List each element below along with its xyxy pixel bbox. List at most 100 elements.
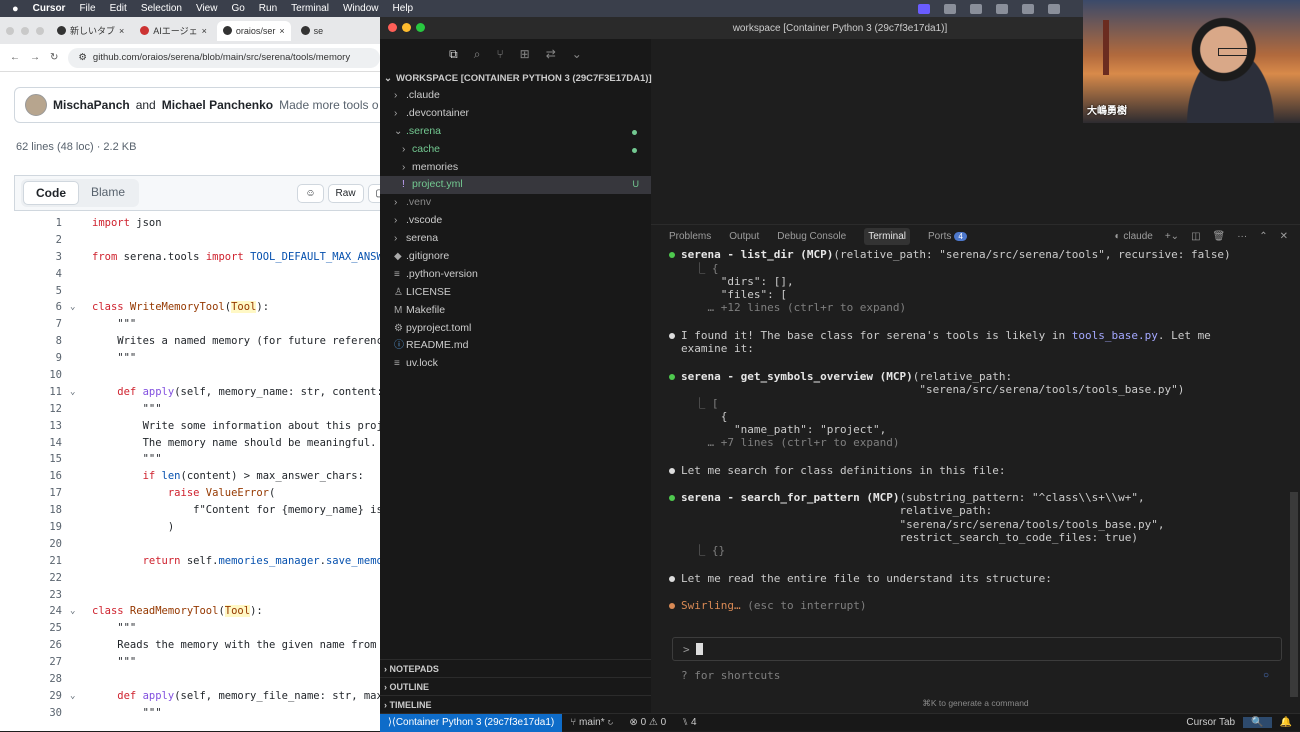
ports-status[interactable]: ⑊ 4	[674, 717, 704, 728]
reload-icon[interactable]: ↻	[50, 52, 58, 63]
forward-arrow-icon[interactable]: →	[30, 52, 40, 63]
tab-close-icon[interactable]: ×	[119, 26, 124, 36]
tree-item-serena[interactable]: › serena	[380, 230, 651, 248]
commit-author-1[interactable]: MischaPanch	[53, 98, 130, 112]
menu-run[interactable]: Run	[259, 3, 277, 14]
view-toggle: Code Blame	[21, 179, 140, 207]
tree-item-uv-lock[interactable]: ≡ uv.lock	[380, 355, 651, 373]
cursor-tab-status[interactable]: Cursor Tab	[1178, 717, 1243, 728]
menu-help[interactable]: Help	[393, 3, 414, 14]
terminal-output[interactable]: serena - list_dir (MCP)(relative_path: "…	[651, 248, 1300, 688]
section-outline[interactable]: › OUTLINE	[380, 677, 651, 695]
raw-button[interactable]: Raw	[327, 183, 364, 203]
apple-icon[interactable]: ●	[12, 3, 19, 15]
tree-item-pyproject[interactable]: ⚙ pyproject.toml	[380, 320, 651, 338]
terminal-scrollbar[interactable]	[1290, 492, 1298, 697]
back-arrow-icon[interactable]: ←	[10, 52, 20, 63]
commit-author-2[interactable]: Michael Panchenko	[162, 98, 273, 112]
avatar[interactable]	[25, 94, 47, 116]
tree-item-vscode[interactable]: › .vscode	[380, 212, 651, 230]
remote-indicator[interactable]: ⟩⟨ Container Python 3 (29c7f3e17da1)	[380, 713, 563, 732]
zoom-window-icon[interactable]	[416, 23, 425, 32]
screen-share-icon[interactable]	[918, 3, 930, 14]
tab-close-icon[interactable]: ×	[202, 26, 207, 36]
close-window-icon[interactable]	[6, 26, 14, 35]
browser-tab-github-2[interactable]: se	[294, 20, 330, 41]
tree-item-serena-dir[interactable]: ⌄ .serena	[380, 123, 651, 141]
address-bar[interactable]: ⚙ github.com/oraios/serena/blob/main/src/…	[68, 47, 380, 68]
more-icon[interactable]: ···	[1237, 231, 1247, 242]
tree-item-python-version[interactable]: ≡ .python-version	[380, 266, 651, 284]
copy-icon[interactable]: ▢	[367, 183, 380, 203]
menu-terminal[interactable]: Terminal	[291, 3, 329, 14]
browser-tab-new[interactable]: 新しいタブ ×	[51, 20, 131, 41]
commit-and: and	[135, 98, 156, 112]
source-control-icon[interactable]: ⑂	[496, 47, 503, 61]
zoom-window-icon[interactable]	[36, 26, 44, 35]
chevron-down-icon[interactable]: ⌄	[70, 299, 75, 316]
section-notepads[interactable]: › NOTEPADS	[380, 659, 651, 677]
tree-item-devcontainer[interactable]: › .devcontainer	[380, 105, 651, 123]
site-info-icon[interactable]: ⚙	[78, 52, 87, 63]
tree-item-memories[interactable]: › memories	[380, 159, 651, 177]
menu-go[interactable]: Go	[231, 3, 244, 14]
tree-item-claude[interactable]: › .claude	[380, 87, 651, 105]
bell-icon[interactable]: 🔔	[1272, 717, 1300, 728]
grid-icon[interactable]	[944, 3, 956, 14]
menu-file[interactable]: File	[79, 3, 95, 14]
drive-icon[interactable]	[1048, 3, 1060, 14]
new-terminal-icon[interactable]: +⌄	[1165, 231, 1179, 242]
tab-terminal[interactable]: Terminal	[864, 228, 911, 245]
tab-close-icon[interactable]: ×	[279, 26, 284, 36]
chevron-up-icon[interactable]: ⌃	[1259, 231, 1267, 242]
chevron-down-icon[interactable]: ⌄	[70, 603, 75, 620]
tab-debug-console[interactable]: Debug Console	[777, 231, 846, 242]
tree-item-gitignore[interactable]: ◆ .gitignore	[380, 248, 651, 266]
problems-count[interactable]: ⊗ 0 ⚠ 0	[621, 717, 674, 728]
terminal-selector[interactable]: ◐ claude	[1115, 231, 1153, 242]
browser-tab-ai[interactable]: AIエージェ ×	[134, 20, 213, 41]
browser-tab-github[interactable]: oraios/ser ×	[216, 20, 291, 41]
remote-explorer-icon[interactable]: ⇄	[546, 47, 556, 61]
tree-item-venv[interactable]: › .venv	[380, 194, 651, 212]
more-icon[interactable]	[996, 3, 1008, 14]
chevron-down-icon[interactable]: ⌄	[70, 384, 75, 401]
app-s-icon[interactable]	[1022, 3, 1034, 14]
menu-window[interactable]: Window	[343, 3, 379, 14]
extensions-icon[interactable]: ⊞	[520, 47, 530, 61]
workspace-header[interactable]: ⌄ WORKSPACE [CONTAINER PYTHON 3 (29C7F3E1…	[380, 69, 652, 87]
tree-item-makefile[interactable]: M Makefile	[380, 302, 651, 320]
tree-item-project-yml[interactable]: ! project.yml U	[380, 176, 651, 195]
split-terminal-icon[interactable]: ◫	[1191, 231, 1200, 242]
git-branch[interactable]: ⑂ main* ↻	[562, 717, 621, 728]
tree-item-readme[interactable]: ⓘ README.md	[380, 337, 651, 355]
tab-ports[interactable]: Ports 4	[928, 231, 967, 242]
minimize-window-icon[interactable]	[21, 26, 29, 35]
trash-icon[interactable]: 🗑	[1213, 231, 1226, 242]
close-icon[interactable]: ✕	[1280, 231, 1288, 242]
spinner-dot	[669, 603, 675, 609]
tab-label: 新しいタブ	[70, 26, 116, 36]
blame-tab[interactable]: Blame	[79, 181, 137, 205]
minimize-window-icon[interactable]	[402, 23, 411, 32]
menu-app-name[interactable]: Cursor	[33, 3, 66, 14]
close-window-icon[interactable]	[388, 23, 397, 32]
menu-edit[interactable]: Edit	[110, 3, 127, 14]
commit-message[interactable]: Made more tools o	[279, 98, 378, 112]
tree-item-license[interactable]: ♙ LICENSE	[380, 284, 651, 302]
menu-selection[interactable]: Selection	[141, 3, 182, 14]
copilot-icon[interactable]: ☺	[297, 183, 324, 203]
code-tab[interactable]: Code	[23, 181, 79, 205]
chevron-down-icon[interactable]: ⌄	[70, 688, 75, 705]
section-timeline[interactable]: › TIMELINE	[380, 695, 651, 713]
explorer-icon[interactable]: ⧉	[449, 47, 458, 62]
chevron-down-icon[interactable]: ⌄	[572, 47, 582, 61]
tree-item-cache[interactable]: › cache	[380, 141, 651, 159]
hand-icon[interactable]	[970, 3, 982, 14]
search-icon[interactable]: ⌕	[474, 47, 481, 62]
menu-view[interactable]: View	[196, 3, 218, 14]
claude-prompt-input[interactable]: >	[672, 637, 1282, 661]
zoom-icon[interactable]: 🔍	[1243, 717, 1272, 728]
tab-problems[interactable]: Problems	[669, 231, 711, 242]
tab-output[interactable]: Output	[729, 231, 759, 242]
